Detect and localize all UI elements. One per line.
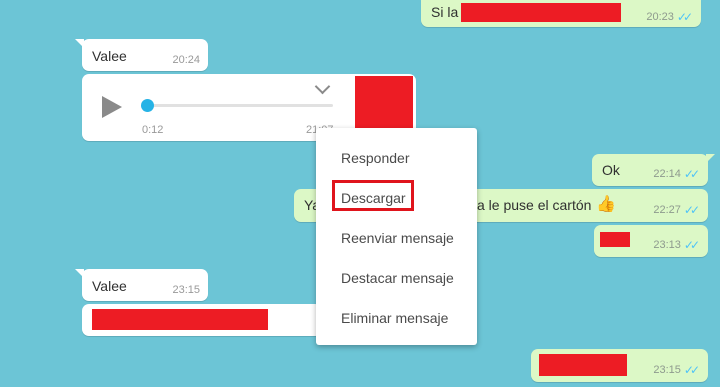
message-bubble-outgoing[interactable]: Ok 22:14 ✓✓ [592, 154, 715, 186]
message-time: 23:15 [172, 284, 200, 296]
message-meta: 22:14 ✓✓ [653, 167, 700, 181]
message-time: 23:15 [653, 364, 681, 376]
redacted-text [461, 3, 621, 22]
message-meta: 20:23 ✓✓ [646, 10, 693, 24]
redacted-avatar [355, 76, 413, 131]
menu-item-delete[interactable]: Eliminar mensaje [341, 310, 448, 326]
bubble-tail [75, 269, 84, 278]
message-text: Ok [602, 162, 620, 178]
message-context-menu: Responder Descargar Reenviar mensaje Des… [316, 128, 477, 345]
message-meta: 23:13 ✓✓ [653, 238, 700, 252]
message-bubble-outgoing[interactable]: 23:15 ✓✓ [531, 349, 708, 382]
message-time: 20:23 [646, 11, 674, 23]
message-bubble-outgoing[interactable]: Si la 20:23 ✓✓ [421, 0, 701, 27]
message-bubble-incoming[interactable]: Valee 23:15 [75, 269, 208, 301]
message-bubble-incoming[interactable] [82, 304, 322, 336]
message-bubble-outgoing[interactable]: 23:13 ✓✓ [594, 225, 708, 257]
bubble-tail [75, 39, 84, 48]
message-meta: 22:27 ✓✓ [653, 203, 700, 217]
message-text: Valee [92, 278, 127, 294]
audio-progress-handle[interactable] [141, 99, 154, 112]
message-meta: 23:15 ✓✓ [653, 363, 700, 377]
message-time: 22:27 [653, 204, 681, 216]
message-text-end: a le puse el cartón [477, 197, 592, 213]
redacted-text [539, 354, 627, 376]
audio-progress-track[interactable] [146, 104, 333, 107]
menu-item-star[interactable]: Destacar mensaje [341, 270, 454, 286]
redacted-text [92, 309, 268, 330]
message-time: 20:24 [172, 54, 200, 66]
message-bubble-incoming[interactable]: Valee 20:24 [75, 39, 208, 71]
message-time: 23:13 [653, 239, 681, 251]
double-check-icon: ✓✓ [676, 10, 693, 24]
double-check-icon: ✓✓ [683, 203, 700, 217]
double-check-icon: ✓✓ [683, 167, 700, 181]
redacted-text [600, 232, 630, 247]
highlight-box [332, 180, 414, 211]
menu-item-reply[interactable]: Responder [341, 150, 410, 166]
audio-elapsed: 0:12 [142, 124, 164, 136]
message-text: Si la [431, 4, 459, 20]
double-check-icon: ✓✓ [683, 238, 700, 252]
message-time: 22:14 [653, 168, 681, 180]
menu-item-forward[interactable]: Reenviar mensaje [341, 230, 454, 246]
play-icon[interactable] [102, 96, 122, 118]
bubble-tail [706, 154, 715, 163]
message-text: Valee [92, 48, 127, 64]
thumbs-up-emoji: 👍 [596, 196, 616, 213]
double-check-icon: ✓✓ [683, 363, 700, 377]
